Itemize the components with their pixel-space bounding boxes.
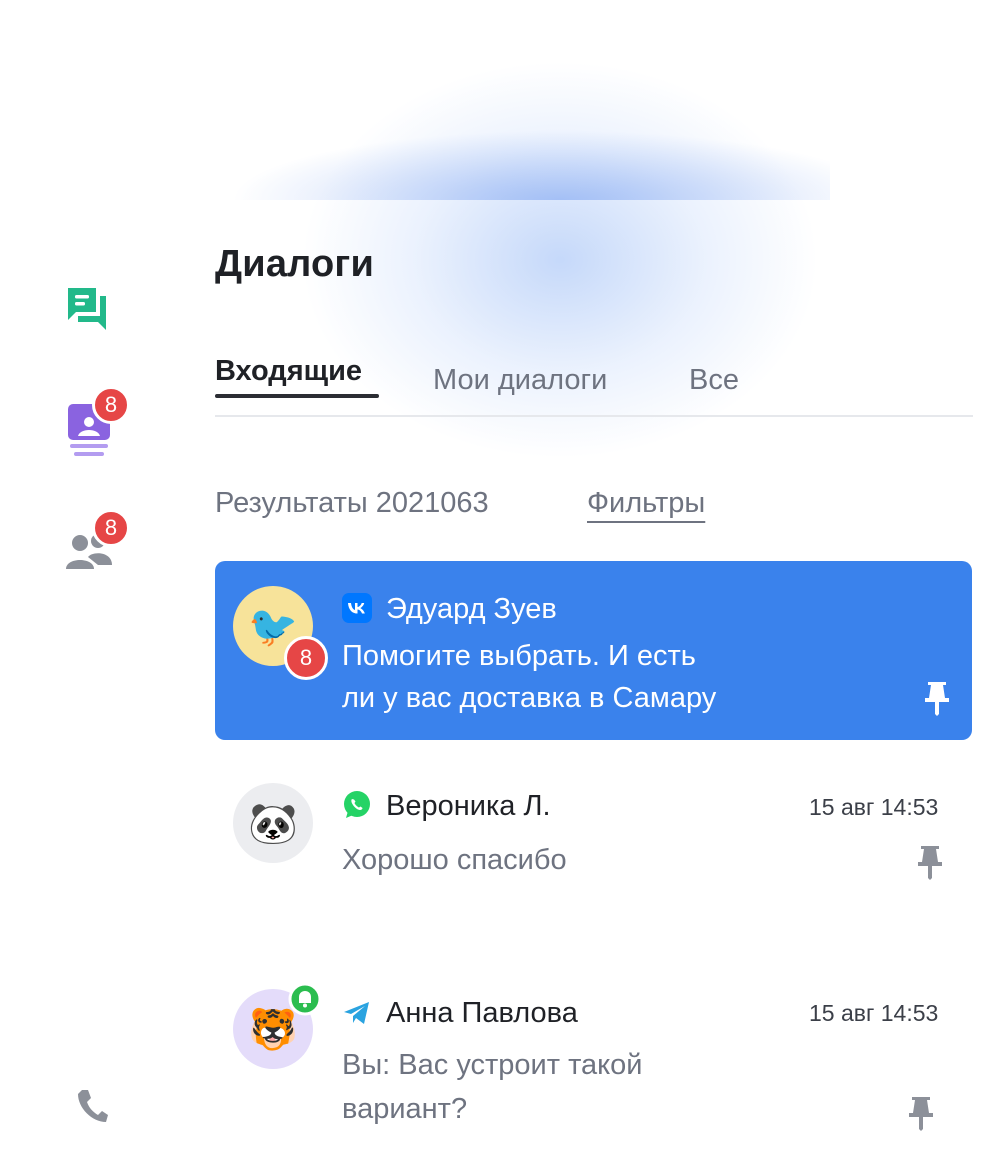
pin-icon[interactable] bbox=[924, 680, 950, 716]
whatsapp-icon bbox=[344, 791, 370, 818]
tab-bar: Входящие Мои диалоги Все bbox=[215, 355, 973, 417]
results-count: Результаты 2021063 bbox=[215, 487, 489, 519]
vk-icon bbox=[342, 593, 372, 623]
queue-badge: 8 bbox=[92, 386, 130, 424]
contact-name: Вероника Л. bbox=[386, 790, 551, 822]
panda-avatar: 🐼 bbox=[233, 783, 313, 863]
message-preview-line-1: Вы: Вас устроит такой bbox=[342, 1049, 643, 1081]
tab-incoming[interactable]: Входящие bbox=[215, 355, 362, 388]
dialogs-icon[interactable] bbox=[66, 286, 114, 334]
dialogs-page: 8 8 Диалоги Входящие Мои диалоги Все Рез… bbox=[0, 0, 1008, 1173]
page-title: Диалоги bbox=[215, 243, 375, 285]
message-preview-line-1: Помогите выбрать. И есть bbox=[342, 640, 696, 672]
contacts-badge: 8 bbox=[92, 509, 130, 547]
telegram-icon bbox=[344, 1002, 369, 1024]
sidebar-item-contacts[interactable]: 8 bbox=[66, 509, 146, 571]
message-preview-line-2: ли у вас доставка в Самару bbox=[342, 682, 717, 714]
background-glow-top bbox=[230, 130, 830, 200]
message-time: 15 авг 14:53 bbox=[809, 794, 939, 820]
tab-my-dialogs[interactable]: Мои диалоги bbox=[433, 364, 607, 397]
message-preview-line-1: Хорошо спасибо bbox=[342, 844, 567, 876]
dialog-item[interactable]: 🐼 Вероника Л. 15 авг 14:53 Хорошо спасиб… bbox=[215, 770, 972, 920]
message-preview-line-2: вариант? bbox=[342, 1093, 468, 1125]
phone-icon[interactable] bbox=[76, 1088, 108, 1124]
contact-name: Анна Павлова bbox=[386, 997, 578, 1029]
dialog-item[interactable]: 🐦 8 Эдуард Зуев Помогите выбрать. И есть… bbox=[215, 561, 972, 740]
pin-icon[interactable] bbox=[908, 1095, 934, 1131]
bell-icon bbox=[288, 982, 322, 1016]
sidebar-item-queue[interactable]: 8 bbox=[66, 386, 146, 462]
tab-all[interactable]: Все bbox=[689, 364, 739, 397]
dialog-item[interactable]: 🐯 Анна Павлова 15 авг 14:53 Вы: Вас устр… bbox=[215, 975, 972, 1145]
filters-link[interactable]: Фильтры bbox=[587, 487, 705, 520]
unread-badge: 8 bbox=[284, 636, 328, 680]
contact-name: Эдуард Зуев bbox=[386, 593, 557, 625]
pin-icon[interactable] bbox=[917, 844, 943, 880]
message-time: 15 авг 14:53 bbox=[809, 1000, 939, 1026]
active-tab-indicator bbox=[215, 394, 379, 398]
